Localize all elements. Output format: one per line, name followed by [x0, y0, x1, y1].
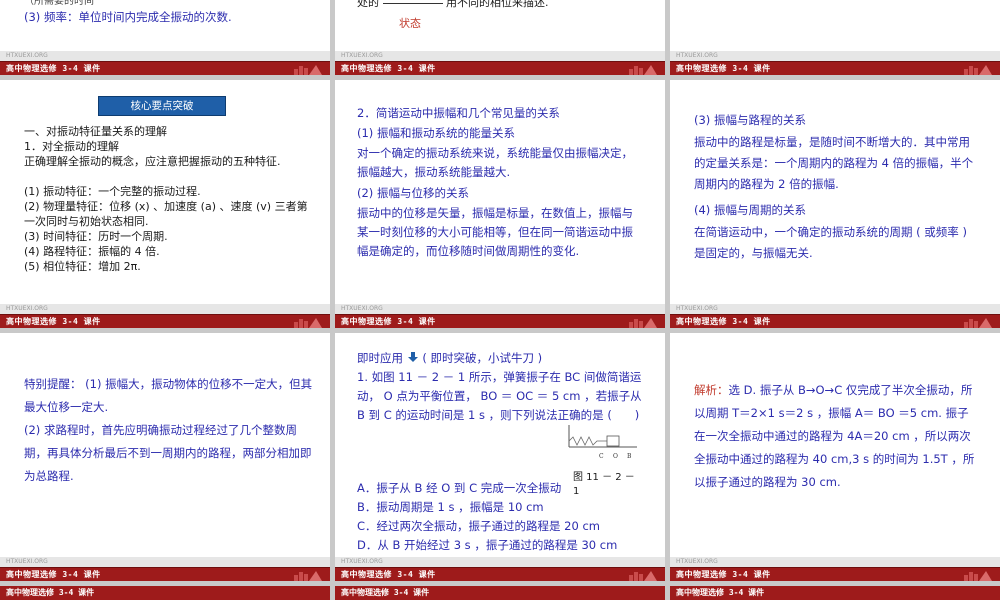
slide4-item-2: (2) 物理量特征：位移 (x) 、加速度 (a) 、速度 (v) 三者第一次同… [24, 200, 308, 228]
slide-1: （所需要的时间 (3) 频率：单位时间内完成全振动的次数. HTXUEXI.OR… [0, 0, 330, 75]
slide4-sub: 1．对全振动的理解 [24, 140, 119, 153]
slide-6: (3) 振幅与路程的关系 振动中的路程是标量，是随时间不断增大的．其中常用的定量… [670, 80, 1000, 328]
footer-caption: 高中物理选修 3-4 课件 [341, 570, 436, 579]
footer-strip-text: HTXUEXI.ORG [6, 558, 48, 565]
slide-3: HTXUEXI.ORG 高中物理选修 3-4 课件 [670, 0, 1000, 75]
slide4-intro: 正确理解全振动的概念，应注意把握振动的五种特征. [24, 155, 281, 168]
footer-bar: HTXUEXI.ORG 高中物理选修 3-4 课件 [670, 51, 1000, 75]
footer-strip-text: HTXUEXI.ORG [676, 558, 718, 565]
instant-header: 即时应用 ( 即时突破，小试牛刀 ) [357, 349, 542, 367]
slide5-p1: 对一个确定的振动系统来说，系统能量仅由振幅决定，振幅越大，振动系统能量越大. [357, 146, 633, 179]
slide5-p2: 振动中的位移是矢量，振幅是标量，在数值上，振幅与某一时刻位移的大小可能相等，但在… [357, 206, 633, 258]
footer-strip-text: HTXUEXI.ORG [676, 52, 718, 59]
logo-icon [964, 318, 992, 328]
footer-strip-text: HTXUEXI.ORG [341, 305, 383, 312]
options: A．振子从 B 经 O 到 C 完成一次全振动 B．振动周期是 1 s ，振幅是… [357, 479, 657, 555]
instant-label: 即时应用 [357, 351, 403, 365]
logo-icon [964, 65, 992, 75]
slide-2: 处的 用不同的相位来描述. 状态 HTXUEXI.ORG 高中物理选修 3-4 … [335, 0, 665, 75]
footer-caption: 高中物理选修 3-4 课件 [6, 64, 101, 73]
footer-caption: 高中物理选修 3-4 课件 [676, 317, 771, 326]
slide2-line1: 处的 用不同的相位来描述. [357, 0, 549, 10]
spring-oscillator-figure: C O B [568, 425, 637, 460]
slide5-heading: 2．简谐运动中振幅和几个常见量的关系 [357, 106, 560, 120]
footer-strip-text: HTXUEXI.ORG [6, 305, 48, 312]
option-b: B．振动周期是 1 s ，振幅是 10 cm [357, 500, 544, 514]
slide-5: 2．简谐运动中振幅和几个常见量的关系 (1) 振幅和振动系统的能量关系 对一个确… [335, 80, 665, 328]
footer-caption: 高中物理选修 3-4 课件 [676, 64, 771, 73]
footer-bar: HTXUEXI.ORG 高中物理选修 3-4 课件 [0, 557, 330, 581]
slide1-line2: (3) 频率：单位时间内完成全振动的次数. [24, 10, 232, 24]
slide-12: 高中物理选修 3-4 课件 [670, 586, 1000, 600]
footer-strip-text: HTXUEXI.ORG [676, 305, 718, 312]
slide-9: 解析：选 D. 振子从 B→O→C 仅完成了半次全振动，所以周期 T＝2×1 s… [670, 333, 1000, 581]
slide4-item-3: (3) 时间特征：历时一个周期. [24, 230, 168, 243]
slide6-p4-title: (4) 振幅与周期的关系 [694, 203, 806, 217]
logo-icon [294, 571, 322, 581]
analysis-label: 解析： [694, 383, 729, 397]
footer-caption: 高中物理选修 3-4 课件 [6, 588, 95, 597]
slide5-p1-title: (1) 振幅和振动系统的能量关系 [357, 126, 515, 140]
logo-icon [629, 65, 657, 75]
footer-bar: HTXUEXI.ORG 高中物理选修 3-4 课件 [0, 304, 330, 328]
footer-caption: 高中物理选修 3-4 课件 [341, 64, 436, 73]
footer-strip-text: HTXUEXI.ORG [341, 558, 383, 565]
footer-caption: 高中物理选修 3-4 课件 [6, 570, 101, 579]
slide-7: 特别提醒： (1) 振幅大，振动物体的位移不一定大，但其最大位移一定大. (2)… [0, 333, 330, 581]
slide2-line1-prefix: 处的 [357, 0, 379, 9]
instant-note: ( 即时突破，小试牛刀 ) [422, 351, 543, 365]
figure-label-c: C [599, 453, 604, 460]
footer-strip-text: HTXUEXI.ORG [6, 52, 48, 59]
footer-bar: HTXUEXI.ORG 高中物理选修 3-4 课件 [0, 51, 330, 75]
slide4-item-5: (5) 相位特征：增加 2π. [24, 260, 141, 273]
slide7-text2: (2) 求路程时，首先应明确振动过程经过了几个整数周期，再具体分析最后不到一周期… [24, 423, 312, 483]
fill-blank [382, 2, 443, 4]
slide-8: 即时应用 ( 即时突破，小试牛刀 ) 1. 如图 11 － 2 － 1 所示，弹… [335, 333, 665, 581]
slide4-heading: 一、对振动特征量关系的理解 [24, 125, 167, 138]
slide2-answer: 状态 [399, 17, 421, 30]
logo-icon [629, 318, 657, 328]
section-badge: 核心要点突破 [98, 96, 226, 116]
arrow-down-icon [407, 352, 418, 362]
footer-bar: HTXUEXI.ORG 高中物理选修 3-4 课件 [670, 557, 1000, 581]
footer-bar: HTXUEXI.ORG 高中物理选修 3-4 课件 [670, 304, 1000, 328]
logo-icon [629, 571, 657, 581]
slide-11: 高中物理选修 3-4 课件 [335, 586, 665, 600]
footer-caption: 高中物理选修 3-4 课件 [676, 570, 771, 579]
footer-caption: 高中物理选修 3-4 课件 [341, 588, 430, 597]
slide4-item-4: (4) 路程特征：振幅的 4 倍. [24, 245, 160, 258]
slide5-p2-title: (2) 振幅与位移的关系 [357, 186, 469, 200]
slide6-p4: 在简谐运动中，一个确定的振动系统的周期 ( 或频率 ) 是固定的，与振幅无关. [694, 225, 967, 260]
figure-label-o: O [613, 453, 618, 460]
slide6-p3: 振动中的路程是标量，是随时间不断增大的．其中常用的定量关系是：一个周期内的路程为… [694, 135, 974, 191]
logo-icon [294, 318, 322, 328]
slide7-text: 特别提醒： (1) 振幅大，振动物体的位移不一定大，但其最大位移一定大. [24, 377, 313, 414]
option-a: A．振子从 B 经 O 到 C 完成一次全振动 [357, 481, 562, 495]
slide-4: 核心要点突破 一、对振动特征量关系的理解 1．对全振动的理解 正确理解全振动的概… [0, 80, 330, 328]
slide4-item-1: (1) 振动特征：一个完整的振动过程. [24, 185, 201, 198]
footer-bar: HTXUEXI.ORG 高中物理选修 3-4 课件 [335, 51, 665, 75]
footer-caption: 高中物理选修 3-4 课件 [676, 588, 765, 597]
option-d: D．从 B 开始经过 3 s ，振子通过的路程是 30 cm [357, 538, 618, 552]
question-text: 1. 如图 11 － 2 － 1 所示，弹簧振子在 BC 间做简谐运动， O 点… [357, 370, 642, 422]
footer-bar: HTXUEXI.ORG 高中物理选修 3-4 课件 [335, 304, 665, 328]
slide-10: 高中物理选修 3-4 课件 [0, 586, 330, 600]
slide6-p3-title: (3) 振幅与路程的关系 [694, 113, 806, 127]
analysis-text: 解析：选 D. 振子从 B→O→C 仅完成了半次全振动，所以周期 T＝2×1 s… [694, 379, 979, 494]
logo-icon [294, 65, 322, 75]
analysis-body: 选 D. 振子从 B→O→C 仅完成了半次全振动，所以周期 T＝2×1 s＝2 … [694, 383, 975, 489]
figure-label-b: B [627, 453, 632, 460]
footer-caption: 高中物理选修 3-4 课件 [341, 317, 436, 326]
slide2-line1-suffix: 用不同的相位来描述. [446, 0, 549, 9]
logo-icon [964, 571, 992, 581]
option-c: C．经过两次全振动，振子通过的路程是 20 cm [357, 519, 600, 533]
footer-strip-text: HTXUEXI.ORG [341, 52, 383, 59]
footer-bar: HTXUEXI.ORG 高中物理选修 3-4 课件 [335, 557, 665, 581]
footer-caption: 高中物理选修 3-4 课件 [6, 317, 101, 326]
